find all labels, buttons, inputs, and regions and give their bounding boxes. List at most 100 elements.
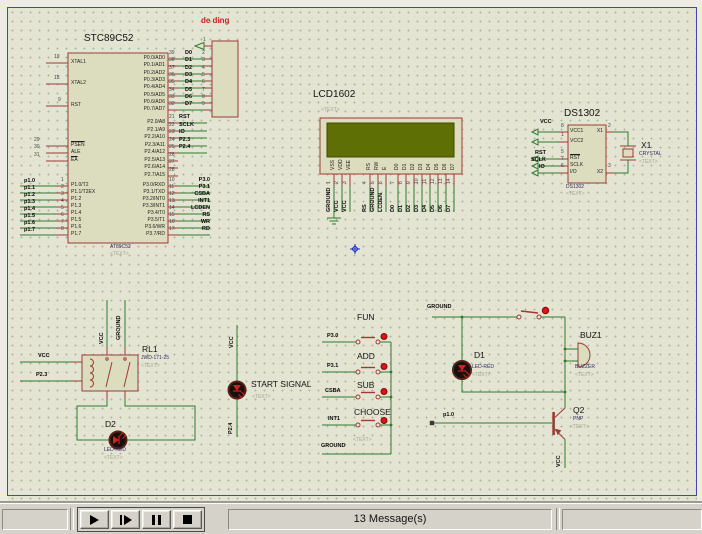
- pin-name: P0.6/AD6: [113, 100, 165, 105]
- pin-name: P0.5/AD5: [113, 93, 165, 98]
- pause-button[interactable]: [142, 510, 171, 529]
- text-placeholder: <TEXT>: [104, 456, 123, 461]
- text-placeholder: <TEXT>: [321, 108, 340, 113]
- net-label: D4: [423, 205, 429, 212]
- pin-number: 10: [415, 178, 420, 184]
- component-label: Q2: [573, 406, 584, 415]
- net-label: VCC: [557, 455, 563, 467]
- pin-number: 25: [169, 145, 175, 150]
- net-label: LCDEN: [379, 193, 385, 212]
- pin-name: P1.1/T2EX: [71, 190, 95, 195]
- net-label: IO: [539, 165, 545, 171]
- pin-name: XTAL1: [71, 60, 86, 65]
- pin-name: P1.0/T2: [71, 183, 89, 188]
- pin-number: 11: [423, 179, 428, 184]
- stop-button[interactable]: [173, 510, 202, 529]
- component-value: CRYSTAL: [639, 152, 662, 157]
- pin-number: 8: [202, 95, 205, 100]
- pin-name: P3.7/RD: [113, 232, 165, 237]
- net-label: VCC: [38, 354, 50, 360]
- pin-name: D3: [419, 164, 424, 170]
- step-button[interactable]: [111, 510, 140, 529]
- pin-name: P2.4/A12: [113, 150, 165, 155]
- pin-name: P3.1/TXD: [113, 190, 165, 195]
- net-label: RST: [179, 115, 190, 121]
- pin-name: P0.0/AD0: [113, 56, 165, 61]
- pin-name: P3.4/T0: [113, 211, 165, 216]
- pin-name: P2.0/A8: [113, 120, 165, 125]
- pin-name: XTAL2: [71, 81, 86, 86]
- text-placeholder: <TEXT>: [141, 364, 160, 369]
- pin-number: 3: [202, 58, 205, 63]
- net-label: P2.4: [179, 145, 190, 151]
- status-bar: i 13 Message(s): [0, 503, 702, 534]
- net-label: RS: [180, 213, 210, 219]
- component-label: FUN: [357, 313, 374, 322]
- divider: [556, 508, 560, 530]
- pin-name: EA: [71, 158, 78, 163]
- pin-name: RST: [71, 103, 81, 108]
- net-label: SCLK: [179, 123, 194, 129]
- pin-number: 7: [202, 88, 205, 93]
- pin-number: 34: [169, 88, 175, 93]
- pin-name: P0.3/AD3: [113, 78, 165, 83]
- pin-number: 15: [169, 213, 175, 218]
- pin-name: RW: [375, 162, 380, 170]
- pin-name: P2.7/A15: [113, 173, 165, 178]
- net-label: D0: [185, 51, 192, 57]
- net-label: RD: [180, 227, 210, 233]
- net-label: P2.3: [179, 138, 190, 144]
- pin-number: 18: [54, 76, 60, 81]
- component-label: D1: [474, 351, 485, 360]
- component-value: LED-RED: [104, 448, 126, 453]
- status-right-panel: [562, 509, 702, 530]
- pin-number: 13: [439, 178, 444, 184]
- pin-number: 26: [169, 153, 175, 158]
- net-label: D0: [391, 205, 397, 212]
- pin-name: P0.4/AD4: [113, 85, 165, 90]
- net-label: GROUND: [117, 316, 123, 340]
- annotation: de ding: [201, 17, 229, 25]
- component-value: PNP: [573, 417, 583, 422]
- schematic-editor[interactable]: STC89C52XTAL1XTAL2RSTPSENALEEAP1.0/T2P1.…: [0, 0, 702, 503]
- component-label: START SIGNAL: [251, 380, 311, 389]
- pin-name: I/O: [570, 170, 577, 175]
- component-value: DS1302: [566, 185, 584, 190]
- pin-name: P3.0/RXD: [113, 183, 165, 188]
- pin-number: 8: [561, 124, 564, 129]
- pin-number: 1: [61, 178, 64, 183]
- pin-number: 3: [343, 181, 348, 184]
- net-label: P2.3: [36, 373, 47, 379]
- divider: [70, 508, 74, 530]
- pin-number: 4: [363, 181, 368, 184]
- pin-number: 5: [371, 181, 376, 184]
- pin-name: P3.6/WR: [113, 225, 165, 230]
- pin-number: 30: [34, 145, 40, 150]
- pin-number: 21: [169, 115, 175, 120]
- pin-number: 2: [61, 185, 64, 190]
- net-label: VCC: [540, 120, 552, 126]
- pin-number: 5: [202, 73, 205, 78]
- pin-number: 3: [608, 164, 611, 169]
- pin-name: X1: [580, 129, 603, 134]
- net-label: p1.0: [443, 413, 454, 419]
- message-panel[interactable]: 13 Message(s): [228, 509, 552, 530]
- pin-name: P2.1/A9: [113, 128, 165, 133]
- play-button[interactable]: [80, 510, 109, 529]
- pin-number: 7: [391, 181, 396, 184]
- pin-number: 3: [61, 192, 64, 197]
- pin-number: 6: [379, 181, 384, 184]
- component-value: JWD-171-25: [141, 356, 169, 361]
- text-placeholder: <TEXT>: [353, 438, 372, 443]
- pause-icon: [152, 515, 161, 525]
- pin-name: P2.5/A13: [113, 158, 165, 163]
- pin-number: 23: [169, 130, 175, 135]
- component-value: LED-RED: [472, 365, 494, 370]
- net-label: D2: [407, 205, 413, 212]
- pin-number: 6: [61, 213, 64, 218]
- pin-number: 37: [169, 66, 175, 71]
- pin-name: D4: [427, 164, 432, 170]
- net-label: p1.6: [24, 221, 35, 227]
- pin-name: VDD: [339, 159, 344, 170]
- net-label: INT1: [328, 417, 340, 423]
